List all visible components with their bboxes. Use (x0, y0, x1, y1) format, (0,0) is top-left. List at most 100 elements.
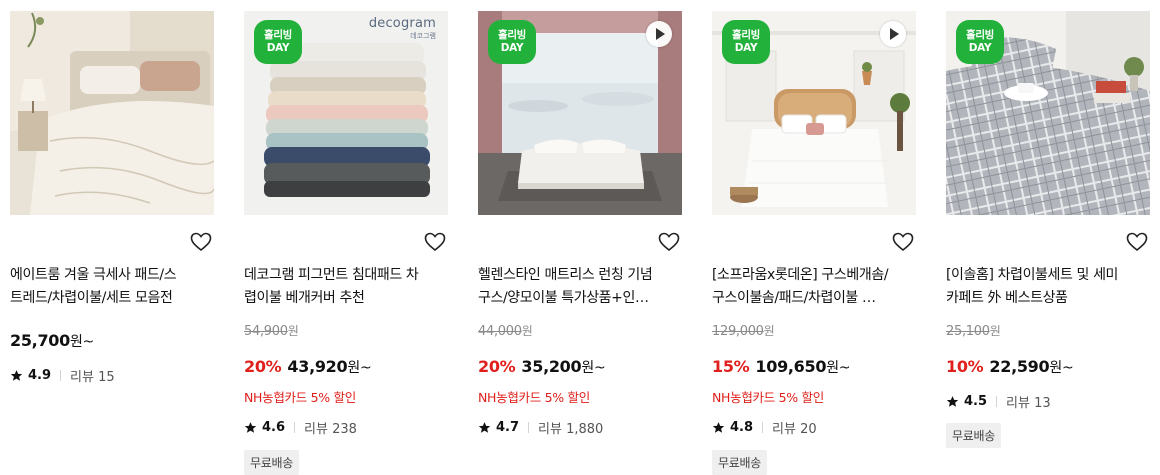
original-price: 44,000원 (478, 322, 533, 339)
price-value: 22,590 (989, 357, 1050, 376)
holiving-day-badge: 홀리빙 DAY (722, 20, 770, 64)
original-price-suffix: 원 (287, 324, 299, 338)
original-price: 54,900원 (244, 322, 299, 339)
play-icon[interactable] (646, 21, 672, 47)
review-count[interactable]: 리뷰 20 (772, 418, 817, 437)
price-value: 109,650 (755, 357, 827, 376)
star-icon (946, 396, 959, 407)
divider (762, 422, 764, 433)
heart-outline-icon[interactable] (190, 232, 212, 252)
original-price-value: 25,100 (946, 324, 990, 339)
product-title[interactable]: 데코그램 피그먼트 침대패드 차 렵이불 베개커버 추천 (244, 264, 448, 310)
brand-subname: 데코그램 (410, 32, 436, 40)
card-discount-text: NH농협카드 5% 할인 (244, 390, 356, 405)
heart-outline-icon[interactable] (658, 232, 680, 252)
product-card[interactable]: 홀리빙 DAY 헬렌스타인 매트리스 런칭 기념 구스/양모이불 특가상품+인…… (478, 11, 682, 437)
divider (528, 422, 530, 433)
product-title-line: 구스/양모이불 특가상품+인… (478, 290, 649, 306)
original-price-value: 44,000 (478, 324, 522, 339)
heart-outline-icon[interactable] (1126, 232, 1148, 252)
product-title-line: 트레드/차렵이불/세트 모음전 (10, 290, 173, 306)
brand-name: decogram (368, 16, 436, 31)
badge-line: 홀리빙 (263, 29, 293, 41)
product-title[interactable]: 헬렌스타인 매트리스 런칭 기념 구스/양모이불 특가상품+인… (478, 264, 682, 310)
rating-summary: 4.6 리뷰 238 (244, 418, 357, 437)
card-discount-text: NH농협카드 5% 할인 (712, 390, 824, 405)
price-suffix: 원~ (1049, 360, 1074, 376)
product-title-line: 에이트룸 겨울 극세사 패드/스 (10, 267, 177, 283)
product-title-line: 렵이불 베개커버 추천 (244, 290, 365, 306)
free-shipping-badge: 무료배송 (712, 450, 767, 475)
product-card[interactable]: 홀리빙 DAY [소프라움x롯데온] 구스베개솜/ 구스이불솜/패드/차렵이불 … (712, 11, 916, 475)
product-title[interactable]: 에이트룸 겨울 극세사 패드/스 트레드/차렵이불/세트 모음전 (10, 264, 214, 310)
review-count[interactable]: 리뷰 15 (70, 366, 115, 385)
badge-line: DAY (734, 42, 758, 54)
product-title[interactable]: [소프라움x롯데온] 구스베개솜/ 구스이불솜/패드/차렵이불 … (712, 264, 916, 310)
price-suffix: 원~ (347, 360, 372, 376)
product-image[interactable]: 홀리빙 DAY (946, 11, 1150, 215)
rating-score: 4.8 (730, 420, 754, 435)
brand-logo: decogram 데코그램 (369, 16, 436, 41)
sale-price: 25,700원~ (10, 331, 94, 351)
product-title-line: 카페트 外 베스트상품 (946, 290, 1068, 306)
price-suffix: 원~ (581, 360, 606, 376)
heart-outline-icon[interactable] (892, 232, 914, 252)
product-card[interactable]: 홀리빙 DAY decogram 데코그램 데코그램 피그먼트 침대패드 차 렵… (244, 11, 448, 475)
rating-summary: 4.5 리뷰 13 (946, 392, 1051, 411)
rating-score: 4.7 (496, 420, 520, 435)
original-price-suffix: 원 (763, 324, 775, 338)
card-discount-text: NH농협카드 5% 할인 (478, 390, 590, 405)
product-card[interactable]: 에이트룸 겨울 극세사 패드/스 트레드/차렵이불/세트 모음전 25,700원… (10, 11, 214, 385)
rating-summary: 4.8 리뷰 20 (712, 418, 817, 437)
rating-score: 4.5 (964, 394, 988, 409)
original-price-suffix: 원 (989, 324, 1001, 338)
product-title[interactable]: [이솔홈] 차렵이불세트 및 세미 카페트 外 베스트상품 (946, 264, 1150, 310)
sale-price: 20% 43,920원~ (244, 357, 372, 377)
original-price-suffix: 원 (521, 324, 533, 338)
divider (996, 396, 998, 407)
price-value: 35,200 (521, 357, 582, 376)
product-title-line: [소프라움x롯데온] 구스베개솜/ (712, 267, 889, 283)
star-icon (478, 422, 491, 433)
review-count[interactable]: 리뷰 238 (304, 418, 357, 437)
product-image[interactable]: 홀리빙 DAY (478, 11, 682, 215)
product-title-line: 데코그램 피그먼트 침대패드 차 (244, 267, 419, 283)
sale-price: 20% 35,200원~ (478, 357, 606, 377)
discount-rate: 15% (712, 357, 750, 376)
price-suffix: 원~ (826, 360, 851, 376)
rating-score: 4.9 (28, 368, 52, 383)
product-image[interactable]: 홀리빙 DAY (712, 11, 916, 215)
original-price-value: 54,900 (244, 324, 288, 339)
product-image[interactable]: 홀리빙 DAY decogram 데코그램 (244, 11, 448, 215)
original-price-value: 129,000 (712, 324, 764, 339)
star-icon (244, 422, 257, 433)
price-suffix: 원~ (69, 334, 94, 350)
star-icon (10, 370, 23, 381)
discount-rate: 10% (946, 357, 984, 376)
discount-rate: 20% (244, 357, 282, 376)
badge-line: 홀리빙 (497, 29, 527, 41)
badge-line: DAY (500, 42, 524, 54)
review-count[interactable]: 리뷰 13 (1006, 392, 1051, 411)
badge-line: DAY (968, 42, 992, 54)
rating-summary: 4.9 리뷰 15 (10, 366, 115, 385)
heart-outline-icon[interactable] (424, 232, 446, 252)
play-icon[interactable] (880, 21, 906, 47)
original-price: 25,100원 (946, 322, 1001, 339)
holiving-day-badge: 홀리빙 DAY (254, 20, 302, 64)
badge-line: DAY (266, 42, 290, 54)
product-image[interactable] (10, 11, 214, 215)
original-price: 129,000원 (712, 322, 775, 339)
rating-summary: 4.7 리뷰 1,880 (478, 418, 603, 437)
divider (60, 370, 62, 381)
star-icon (712, 422, 725, 433)
sale-price: 15% 109,650원~ (712, 357, 851, 377)
price-value: 43,920 (287, 357, 348, 376)
product-title-line: 헬렌스타인 매트리스 런칭 기념 (478, 267, 653, 283)
rating-score: 4.6 (262, 420, 286, 435)
price-value: 25,700 (10, 331, 70, 350)
product-card[interactable]: 홀리빙 DAY [이솔홈] 차렵이불세트 및 세미 카페트 外 베스트상품 25… (946, 11, 1150, 448)
badge-line: 홀리빙 (965, 29, 995, 41)
review-count[interactable]: 리뷰 1,880 (538, 418, 603, 437)
product-title-line: [이솔홈] 차렵이불세트 및 세미 (946, 267, 1119, 283)
